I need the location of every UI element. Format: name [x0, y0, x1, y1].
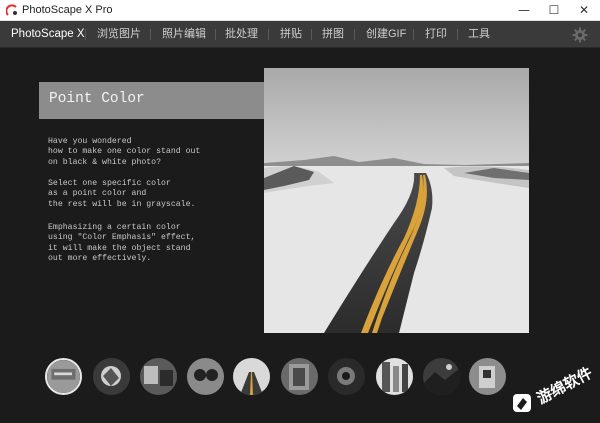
nav-tab-combine[interactable]: 拼图 [322, 21, 344, 48]
nav-divider [354, 29, 355, 40]
watermark-logo: 游绵软件 [505, 354, 595, 423]
nav-tab-print[interactable]: 打印 [425, 21, 447, 48]
nav-divider [85, 29, 86, 40]
nav-tab-tools[interactable]: 工具 [468, 21, 490, 48]
nav-tab-edit[interactable]: 照片编辑 [162, 21, 206, 48]
thumbnail[interactable] [328, 358, 365, 395]
nav-divider [457, 29, 458, 40]
sample-photo [264, 68, 529, 333]
feature-title-box: Point Color [39, 82, 286, 119]
window-titlebar: PhotoScape X Pro — ☐ ✕ [0, 0, 600, 21]
thumbnail[interactable] [93, 358, 130, 395]
thumbnail[interactable] [469, 358, 506, 395]
nav-divider [268, 29, 269, 40]
thumbnail[interactable] [140, 358, 177, 395]
thumbnail-point-color[interactable] [45, 358, 82, 395]
nav-tab-browse[interactable]: 浏览图片 [97, 21, 141, 48]
photoscape-logo-icon [6, 4, 17, 16]
home-panel: Point Color Have you wondered how to mak… [0, 48, 600, 423]
nav-divider [215, 29, 216, 40]
main-nav: PhotoScape X 浏览图片 照片编辑 批处理 拼贴 拼图 创建GIF 打… [0, 21, 600, 48]
watermark-icon [513, 394, 531, 412]
thumbnail[interactable] [187, 358, 224, 395]
thumbnail[interactable] [423, 358, 460, 395]
feature-title: Point Color [49, 91, 145, 107]
watermark-text: 游绵软件 [533, 363, 596, 408]
nav-divider [311, 29, 312, 40]
thumbnail[interactable] [281, 358, 318, 395]
thumbnail[interactable] [376, 358, 413, 395]
gear-icon[interactable] [572, 27, 588, 43]
nav-divider [150, 29, 151, 40]
nav-tab-gif[interactable]: 创建GIF [366, 21, 406, 48]
nav-tab-collage[interactable]: 拼贴 [280, 21, 302, 48]
maximize-button[interactable]: ☐ [539, 0, 569, 20]
feature-description: Emphasizing a certain color using "Color… [48, 223, 196, 264]
feature-description: Select one specific color as a point col… [48, 179, 196, 209]
nav-divider [413, 29, 414, 40]
feature-description: Have you wondered how to make one color … [48, 137, 201, 167]
thumbnail[interactable] [233, 358, 270, 395]
nav-home[interactable]: PhotoScape X [11, 21, 85, 48]
window-title: PhotoScape X Pro [22, 4, 113, 16]
nav-tab-batch[interactable]: 批处理 [225, 21, 258, 48]
close-button[interactable]: ✕ [569, 0, 599, 20]
minimize-button[interactable]: — [509, 0, 539, 20]
